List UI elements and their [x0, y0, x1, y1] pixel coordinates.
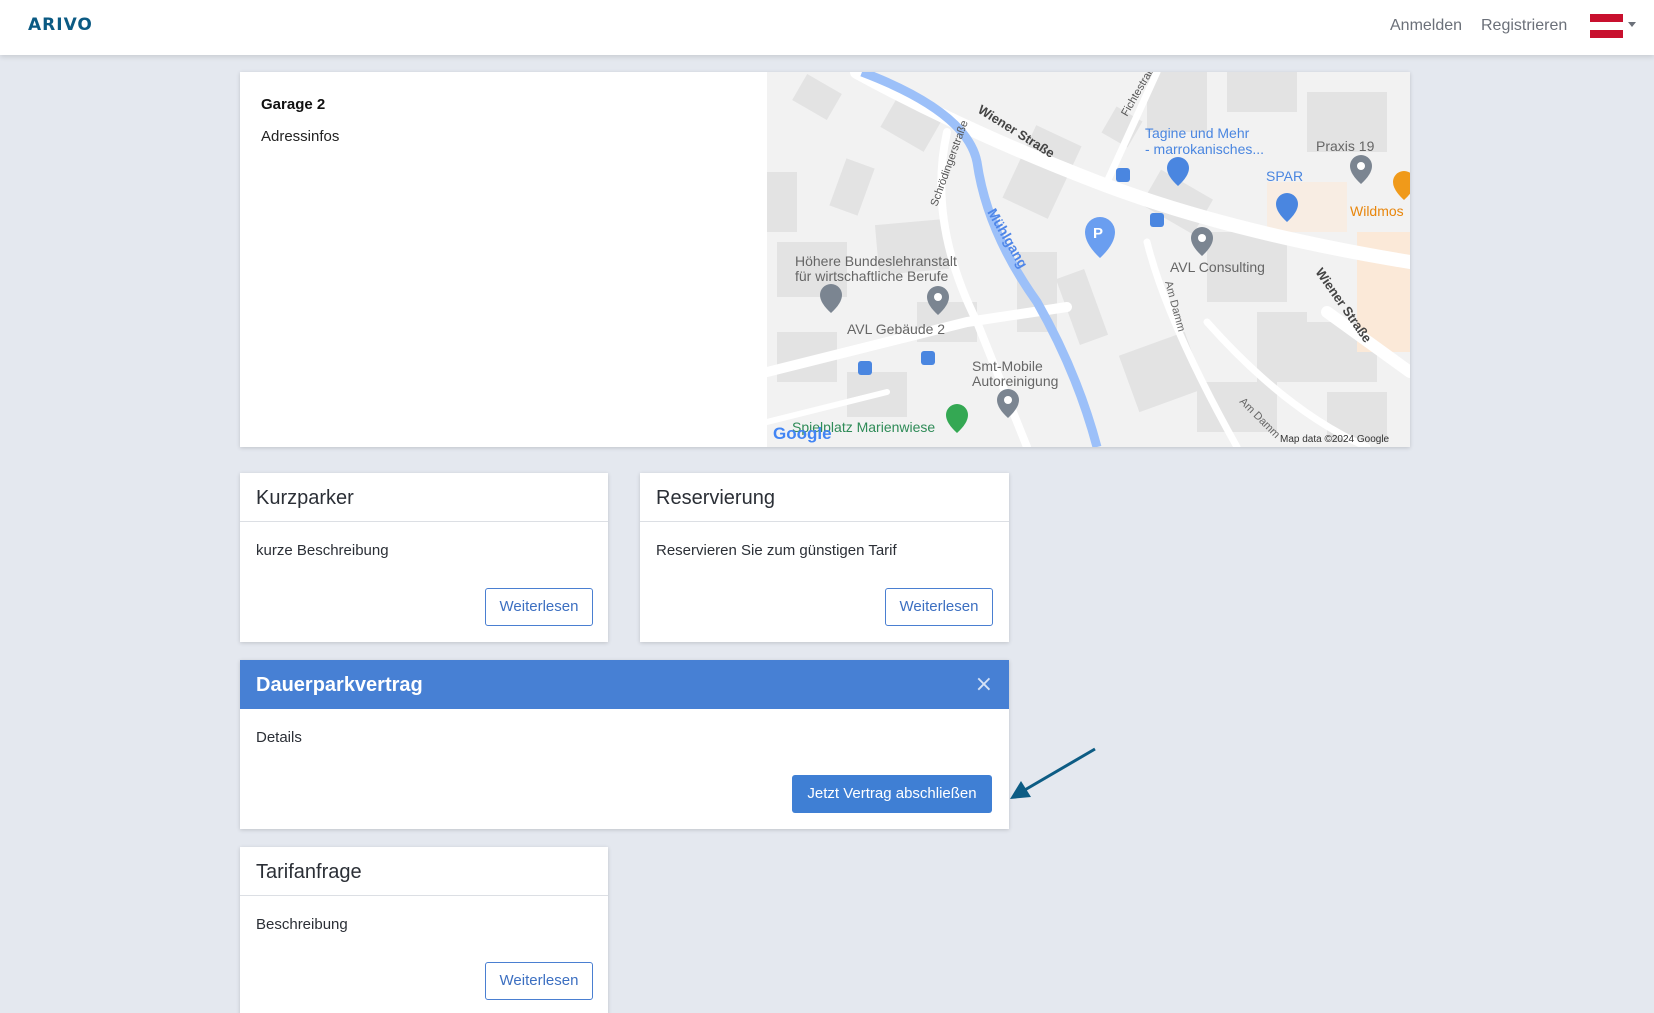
map-poi-label: Wildmos	[1350, 203, 1404, 219]
bus-stop-icon[interactable]	[1116, 168, 1130, 182]
map-poi-label: Tagine und Mehr	[1145, 125, 1250, 141]
card-header: Kurzparker	[240, 473, 608, 522]
login-link[interactable]: Anmelden	[1390, 17, 1462, 35]
card-description: Beschreibung	[256, 916, 348, 933]
austria-flag-icon[interactable]	[1590, 14, 1623, 38]
map-poi-label: Autoreinigung	[972, 373, 1058, 389]
read-more-button[interactable]: Weiterlesen	[885, 588, 993, 626]
card-title: Dauerparkvertrag	[256, 674, 423, 696]
map-poi-label: Höhere Bundeslehranstalt	[795, 253, 957, 269]
map-poi-label: für wirtschaftliche Berufe	[795, 268, 948, 284]
annotation-arrow-icon	[1010, 747, 1096, 799]
close-icon[interactable]: ×	[975, 674, 993, 696]
reservierung-card: Reservierung Reservieren Sie zum günstig…	[640, 473, 1009, 642]
card-title: Reservierung	[656, 487, 775, 509]
map-poi-label: AVL Consulting	[1170, 259, 1265, 275]
garage-address: Adressinfos	[261, 128, 340, 145]
map-poi-label: AVL Gebäude 2	[847, 321, 945, 337]
map-attribution: Map data ©2024 Google	[1280, 434, 1390, 445]
location-map[interactable]: Wiener Straße Wiener Straße Fichtestraße…	[767, 72, 1410, 447]
card-header: Tarifanfrage	[240, 847, 608, 896]
top-navbar: ARIVO Anmelden Registrieren	[0, 0, 1654, 55]
read-more-button[interactable]: Weiterlesen	[485, 962, 593, 1000]
map-poi-label: - marrokanisches...	[1145, 141, 1264, 157]
map-poi-label: Praxis 19	[1316, 138, 1375, 154]
card-title: Kurzparker	[256, 487, 354, 509]
card-description: kurze Beschreibung	[256, 542, 389, 559]
chevron-down-icon[interactable]	[1628, 22, 1636, 27]
card-header: Reservierung	[640, 473, 1009, 522]
map-poi-label: Smt-Mobile	[972, 358, 1043, 374]
bus-stop-icon[interactable]	[1150, 213, 1164, 227]
bus-stop-icon[interactable]	[858, 361, 872, 375]
card-title: Tarifanfrage	[256, 861, 362, 883]
google-logo: Google	[773, 424, 832, 443]
read-more-button[interactable]: Weiterlesen	[485, 588, 593, 626]
dauerparkvertrag-card: Dauerparkvertrag × Details Jetzt Vertrag…	[240, 660, 1009, 829]
garage-card: Garage 2 Adressinfos Wiener Straße Wiene…	[240, 72, 1410, 447]
card-header: Dauerparkvertrag ×	[240, 660, 1009, 709]
card-description: Details	[256, 729, 302, 746]
tarifanfrage-card: Tarifanfrage Beschreibung Weiterlesen	[240, 847, 608, 1013]
map-poi-label: SPAR	[1266, 168, 1303, 184]
arivo-logo[interactable]: ARIVO	[28, 15, 93, 35]
sign-contract-button[interactable]: Jetzt Vertrag abschließen	[792, 775, 992, 813]
kurzparker-card: Kurzparker kurze Beschreibung Weiterlese…	[240, 473, 608, 642]
garage-title: Garage 2	[261, 96, 326, 113]
card-description: Reservieren Sie zum günstigen Tarif	[656, 542, 897, 559]
register-link[interactable]: Registrieren	[1481, 17, 1567, 35]
parking-label: P	[1093, 225, 1103, 242]
bus-stop-icon[interactable]	[921, 351, 935, 365]
